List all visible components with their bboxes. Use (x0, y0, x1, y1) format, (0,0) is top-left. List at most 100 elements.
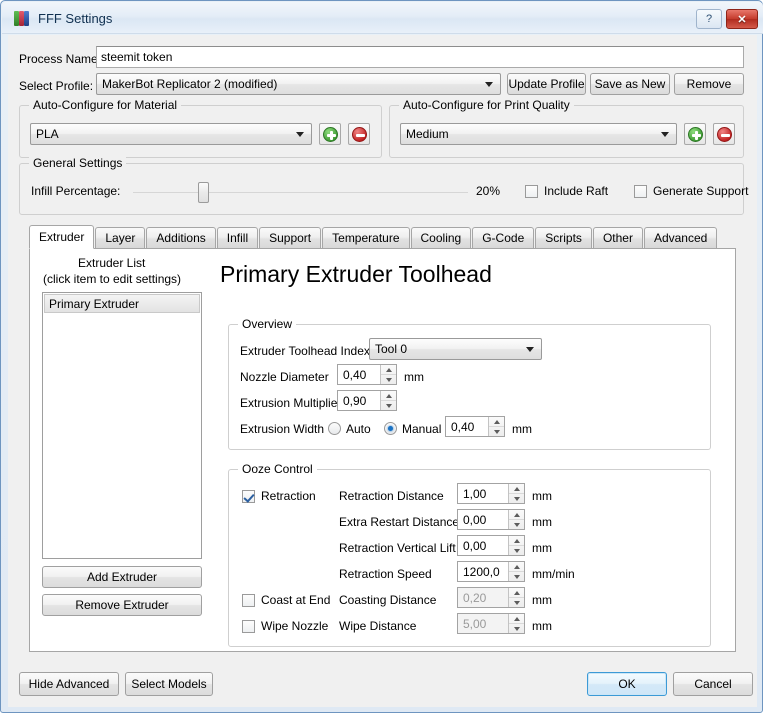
extrusion-width-manual-label: Manual (402, 422, 442, 436)
wipe-distance-spinner[interactable]: 5,00 (457, 613, 525, 634)
nozzle-diameter-unit: mm (404, 370, 424, 384)
coast-at-end-checkbox[interactable] (242, 594, 255, 607)
remove-profile-button[interactable]: Remove (674, 73, 744, 95)
add-extruder-button[interactable]: Add Extruder (42, 566, 202, 588)
cancel-button[interactable]: Cancel (673, 672, 753, 696)
nozzle-diameter-spinner[interactable]: 0,40 (337, 364, 397, 385)
general-settings-title: General Settings (29, 156, 127, 170)
extra-restart-distance-spinner[interactable]: 0,00 (457, 509, 525, 530)
tab-additions[interactable]: Additions (146, 227, 216, 249)
tab-other[interactable]: Other (592, 227, 643, 249)
wipe-nozzle-checkbox[interactable] (242, 620, 255, 633)
coasting-distance-spinner[interactable]: 0,20 (457, 587, 525, 608)
tab-infill[interactable]: Infill (216, 227, 259, 249)
extrusion-width-auto-label: Auto (346, 422, 371, 436)
update-profile-button[interactable]: Update Profile (507, 73, 586, 95)
extra-restart-distance-decrement[interactable] (509, 520, 524, 530)
extra-restart-distance-increment[interactable] (509, 510, 524, 520)
infill-slider-track[interactable] (133, 192, 468, 193)
extrusion-width-manual-radio[interactable] (384, 422, 397, 435)
retraction-vertical-lift-increment[interactable] (509, 536, 524, 546)
remove-quality-button[interactable] (713, 123, 735, 145)
retraction-distance-decrement[interactable] (509, 494, 524, 504)
minus-icon (352, 127, 367, 142)
extrusion-width-value: 0,40 (451, 419, 475, 434)
retraction-checkbox[interactable] (242, 490, 255, 503)
hide-advanced-button[interactable]: Hide Advanced (19, 672, 119, 696)
include-raft-label: Include Raft (544, 184, 609, 198)
retraction-speed-increment[interactable] (509, 562, 524, 572)
auto-configure-quality-group: Auto-Configure for Print Quality Medium (389, 98, 744, 158)
save-as-new-button[interactable]: Save as New (590, 73, 670, 95)
tab-cooling[interactable]: Cooling (410, 227, 472, 249)
tab-advanced[interactable]: Advanced (643, 227, 718, 249)
extruder-list-title: Extruder List (78, 256, 146, 270)
minus-icon (717, 127, 732, 142)
extra-restart-distance-unit: mm (532, 515, 552, 529)
retraction-distance-increment[interactable] (509, 484, 524, 494)
nozzle-diameter-increment[interactable] (381, 365, 396, 375)
tab-temperature[interactable]: Temperature (322, 227, 410, 249)
retraction-speed-decrement[interactable] (509, 572, 524, 582)
wipe-distance-decrement[interactable] (509, 624, 524, 634)
remove-material-button[interactable] (348, 123, 370, 145)
retraction-speed-spinner[interactable]: 1200,0 (457, 561, 525, 582)
ok-button[interactable]: OK (587, 672, 667, 696)
nozzle-diameter-label: Nozzle Diameter (240, 370, 329, 384)
tab-support[interactable]: Support (259, 227, 322, 249)
retraction-distance-spinner[interactable]: 1,00 (457, 483, 525, 504)
auto-configure-material-group: Auto-Configure for Material PLA (19, 98, 382, 158)
extruder-list[interactable]: Primary Extruder (42, 292, 202, 559)
quality-value: Medium (406, 127, 449, 141)
tab-scripts[interactable]: Scripts (535, 227, 592, 249)
remove-extruder-button[interactable]: Remove Extruder (42, 594, 202, 616)
ooze-control-group: Ooze Control Retraction Coast at End Wip… (228, 462, 711, 647)
include-raft-checkbox[interactable] (525, 185, 538, 198)
infill-slider-thumb[interactable] (198, 182, 209, 203)
close-icon[interactable]: ✕ (726, 9, 758, 29)
material-combo[interactable]: PLA (30, 123, 312, 145)
retraction-vertical-lift-spinner[interactable]: 0,00 (457, 535, 525, 556)
toolhead-index-combo[interactable]: Tool 0 (369, 338, 542, 360)
extrusion-width-unit: mm (512, 422, 532, 436)
generate-support-checkbox[interactable] (634, 185, 647, 198)
process-name-label: Process Name: (19, 52, 102, 66)
tab-gcode[interactable]: G-Code (472, 227, 535, 249)
process-name-input[interactable] (96, 46, 744, 68)
toolhead-index-label: Extruder Toolhead Index (240, 344, 370, 358)
coasting-distance-increment[interactable] (509, 588, 524, 598)
coasting-distance-decrement[interactable] (509, 598, 524, 608)
retraction-label: Retraction (261, 489, 316, 503)
infill-percentage-label: Infill Percentage: (31, 184, 121, 198)
coasting-distance-value: 0,20 (463, 590, 487, 605)
extrusion-multiplier-decrement[interactable] (381, 401, 396, 411)
select-models-button[interactable]: Select Models (125, 672, 213, 696)
list-item[interactable]: Primary Extruder (44, 294, 200, 313)
wipe-distance-increment[interactable] (509, 614, 524, 624)
general-settings-group: General Settings Infill Percentage: 20% … (19, 156, 748, 215)
extrusion-width-increment[interactable] (489, 417, 504, 427)
extrusion-multiplier-spinner[interactable]: 0,90 (337, 390, 397, 411)
tab-layer[interactable]: Layer (95, 227, 146, 249)
extra-restart-distance-value: 0,00 (463, 512, 487, 527)
extrusion-multiplier-label: Extrusion Multiplier (240, 396, 342, 410)
printer-filament-icon (14, 10, 31, 27)
retraction-distance-value: 1,00 (463, 486, 487, 501)
ooze-control-title: Ooze Control (238, 462, 317, 476)
extrusion-width-auto-radio[interactable] (328, 422, 341, 435)
add-quality-button[interactable] (684, 123, 706, 145)
help-icon[interactable]: ? (696, 9, 722, 29)
add-material-button[interactable] (319, 123, 341, 145)
extrusion-multiplier-increment[interactable] (381, 391, 396, 401)
tab-extruder[interactable]: Extruder (29, 225, 95, 249)
select-profile-combo[interactable]: MakerBot Replicator 2 (modified) (96, 73, 501, 95)
quality-combo[interactable]: Medium (400, 123, 677, 145)
nozzle-diameter-decrement[interactable] (381, 375, 396, 385)
extrusion-width-spinner[interactable]: 0,40 (445, 416, 505, 437)
extrusion-multiplier-value: 0,90 (343, 393, 367, 408)
chevron-down-icon (485, 82, 493, 87)
nozzle-diameter-value: 0,40 (343, 367, 367, 382)
retraction-speed-label: Retraction Speed (339, 567, 432, 581)
retraction-vertical-lift-decrement[interactable] (509, 546, 524, 556)
extrusion-width-decrement[interactable] (489, 427, 504, 437)
